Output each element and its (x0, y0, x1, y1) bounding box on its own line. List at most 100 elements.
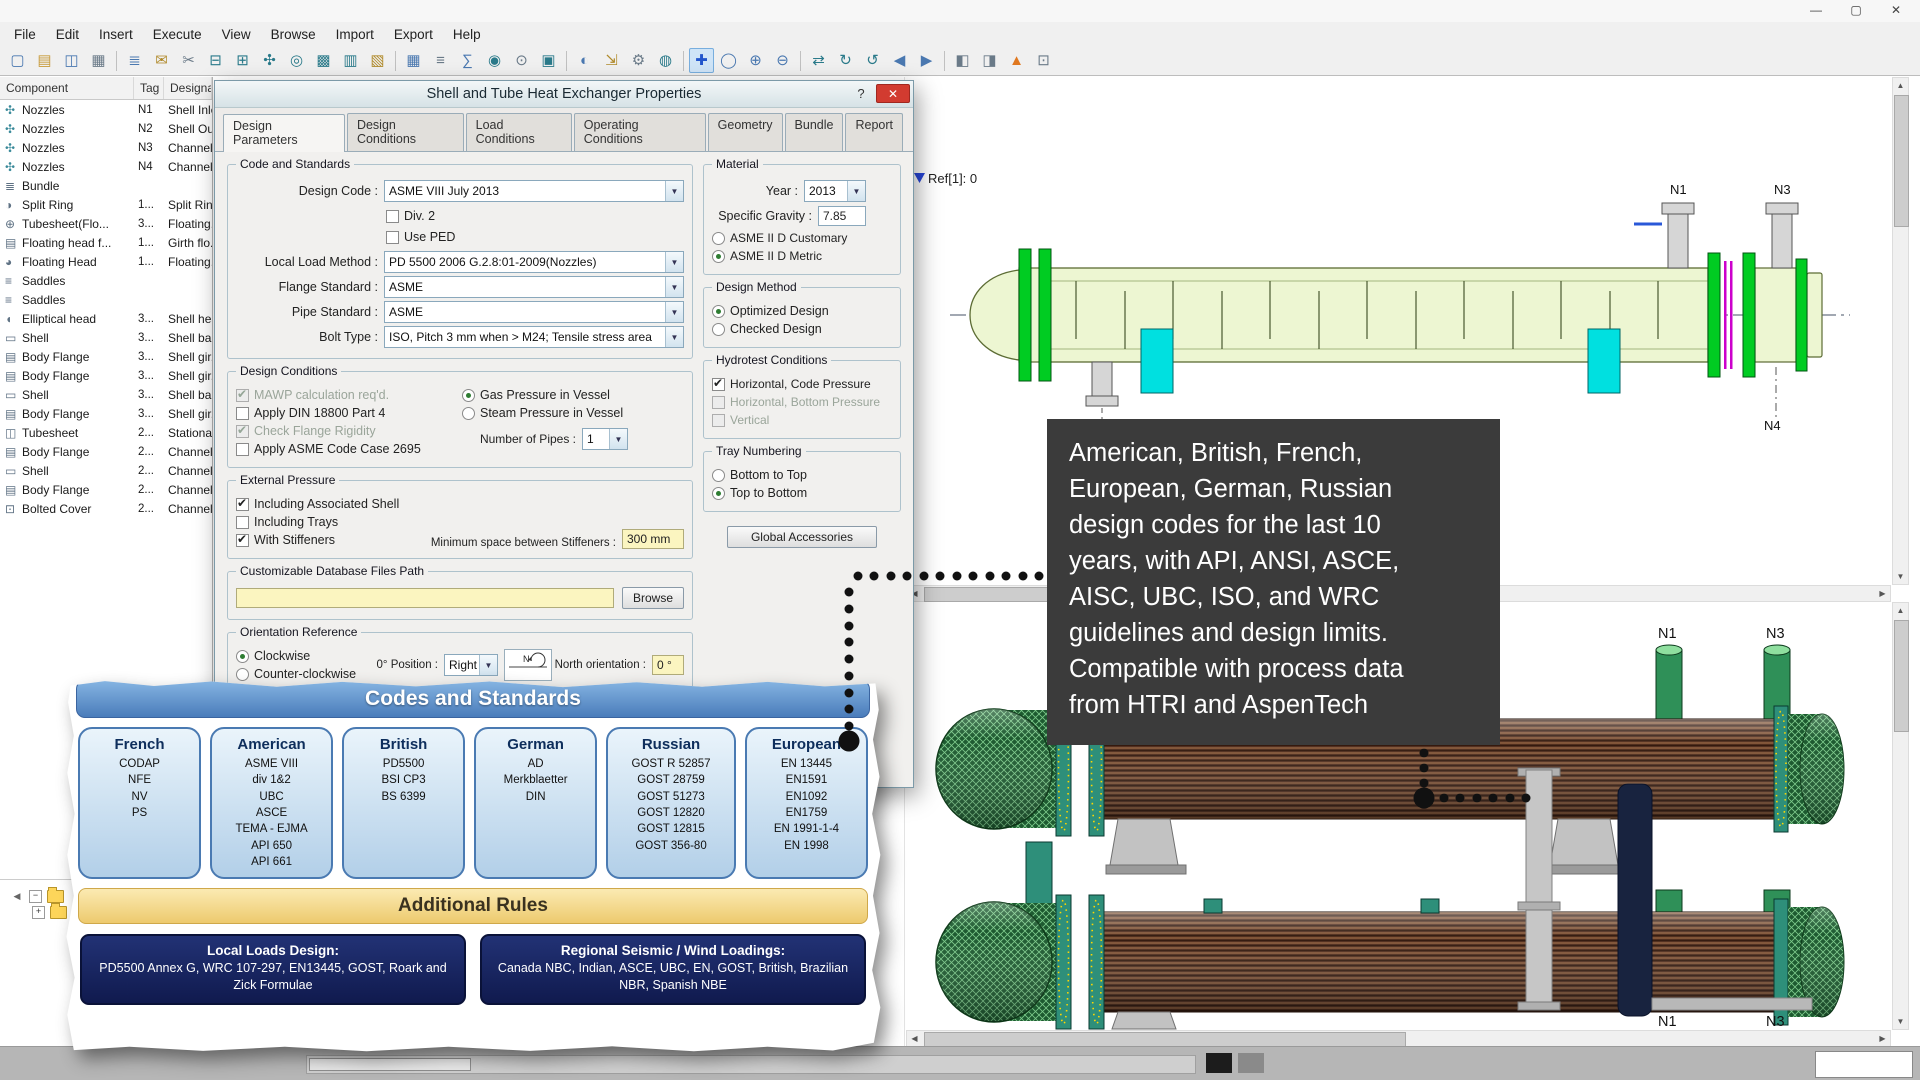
tree-row[interactable]: ▤ Body Flange 3... Shell gir... (0, 404, 212, 423)
optimized-design-radio[interactable]: Optimized Design (712, 304, 892, 318)
scroll-right-icon[interactable]: ▶ (1875, 1031, 1890, 1046)
menu-item[interactable]: Edit (46, 24, 89, 45)
tree-row[interactable]: ⊕ Tubesheet(Flo... 3... Floating... (0, 214, 212, 233)
tree-row[interactable]: ◑ Split Ring 1... Split Rin... (0, 195, 212, 214)
tree-row[interactable]: ▤ Body Flange 2... Channel... (0, 480, 212, 499)
tree-row[interactable]: ⊡ Bolted Cover 2... Channel... (0, 499, 212, 518)
next-view-icon[interactable]: ▶ (914, 48, 939, 73)
close-button[interactable]: ✕ (1876, 0, 1916, 20)
bolt-tool-icon[interactable]: ⊙ (509, 48, 534, 73)
mawp-checkbox[interactable]: MAWP calculation req'd. (236, 388, 458, 402)
help-docs-icon[interactable]: ◐ (572, 48, 597, 73)
refresh-icon[interactable]: ↺ (860, 48, 885, 73)
tree-row[interactable]: ✣ Nozzles N3 Channel... (0, 138, 212, 157)
save-icon[interactable]: ◫ (59, 48, 84, 73)
flange-rigidity-checkbox[interactable]: Check Flange Rigidity (236, 424, 458, 438)
materials-db-icon[interactable]: ▣ (536, 48, 561, 73)
checked-design-radio[interactable]: Checked Design (712, 322, 892, 336)
year-select[interactable]: 2013▼ (804, 180, 866, 202)
tab-bundle[interactable]: Bundle (785, 113, 844, 151)
scroll-up-icon[interactable]: ▲ (1893, 603, 1908, 618)
collapse-panel-icon[interactable]: ◀ (10, 889, 24, 903)
menu-item[interactable]: Import (326, 24, 384, 45)
tree-row[interactable]: ▭ Shell 3... Shell bar... (0, 328, 212, 347)
tree-row[interactable]: ◖ Elliptical head 3... Shell hea... (0, 309, 212, 328)
open-folder-icon[interactable]: ▤ (32, 48, 57, 73)
tab-load-conditions[interactable]: Load Conditions (466, 113, 572, 151)
bolt-type-select[interactable]: ISO, Pitch 3 mm when > M24; Tensile stre… (384, 326, 684, 348)
flange-tool-icon[interactable]: ◎ (284, 48, 309, 73)
pipe-standard-select[interactable]: ASME▼ (384, 301, 684, 323)
tab-design-parameters[interactable]: Design Parameters (223, 114, 345, 152)
folder-icon[interactable] (47, 890, 64, 903)
baffle-tool-icon[interactable]: ▥ (338, 48, 363, 73)
menu-item[interactable]: File (4, 24, 46, 45)
tree-row[interactable]: ▤ Floating head f... 1... Girth flo... (0, 233, 212, 252)
top-to-bottom-radio[interactable]: Top to Bottom (712, 486, 892, 500)
maximize-button[interactable]: ▢ (1836, 0, 1876, 20)
minimize-button[interactable]: — (1796, 0, 1836, 20)
with-stiffeners-checkbox[interactable]: With Stiffeners (236, 533, 422, 547)
column-header-component[interactable]: Component (0, 77, 134, 99)
din-18800-checkbox[interactable]: Apply DIN 18800 Part 4 (236, 406, 458, 420)
tree-row[interactable]: ✣ Nozzles N2 Shell Ou... (0, 119, 212, 138)
globe-icon[interactable]: ◍ (653, 48, 678, 73)
tab-report[interactable]: Report (845, 113, 903, 151)
tab-geometry[interactable]: Geometry (708, 113, 783, 151)
view-icon[interactable]: ◉ (482, 48, 507, 73)
layers-icon[interactable]: ◧ (950, 48, 975, 73)
tree-row[interactable]: ▭ Shell 2... Channel... (0, 461, 212, 480)
tree-row[interactable]: ≣ Bundle (0, 176, 212, 195)
settings-gear-icon[interactable]: ⚙ (626, 48, 651, 73)
scroll-thumb[interactable] (309, 1058, 471, 1071)
scroll-thumb[interactable] (1894, 95, 1909, 227)
number-of-pipes-select[interactable]: 1▼ (582, 428, 628, 450)
horizontal-scrollbar-3d[interactable]: ◀ ▶ (906, 1030, 1891, 1047)
scroll-down-icon[interactable]: ▼ (1893, 1014, 1908, 1029)
scroll-up-icon[interactable]: ▲ (1893, 78, 1908, 93)
menu-item[interactable]: Insert (89, 24, 143, 45)
tab-design-conditions[interactable]: Design Conditions (347, 113, 464, 151)
min-stiffener-space-input[interactable]: 300 mm (622, 529, 684, 549)
tree-row[interactable]: ▤ Body Flange 2... Channel... (0, 442, 212, 461)
design-code-select[interactable]: ASME VIII July 2013▼ (384, 180, 684, 202)
move-tool-icon[interactable]: ✚ (689, 48, 714, 73)
cut-section-icon[interactable]: ✂ (176, 48, 201, 73)
dialog-close-button[interactable]: ✕ (876, 84, 910, 103)
tree-collapse-icon[interactable]: − (29, 890, 42, 903)
gas-pressure-radio[interactable]: Gas Pressure in Vessel (462, 388, 684, 402)
status-scrollbar[interactable] (306, 1055, 1196, 1074)
menu-item[interactable]: View (212, 24, 261, 45)
including-associated-shell-checkbox[interactable]: Including Associated Shell (236, 497, 422, 511)
rss-feed-icon[interactable]: ▲ (1004, 48, 1029, 73)
dialog-help-button[interactable]: ? (849, 84, 873, 103)
zoom-window-icon[interactable]: ◯ (716, 48, 741, 73)
dimension-icon[interactable]: ⊟ (203, 48, 228, 73)
snapshot-icon[interactable]: ⊡ (1031, 48, 1056, 73)
scroll-thumb[interactable] (924, 1032, 1406, 1047)
table-view-icon[interactable]: ▦ (401, 48, 426, 73)
drawing-sheet-icon[interactable]: ▧ (365, 48, 390, 73)
tree-row[interactable]: ▤ Body Flange 3... Shell gir... (0, 347, 212, 366)
export-dxf-icon[interactable]: ⇲ (599, 48, 624, 73)
asme-iid-customary-radio[interactable]: ASME II D Customary (712, 231, 892, 245)
tree-row[interactable]: ◫ Tubesheet 2... Stationar... (0, 423, 212, 442)
tree-row[interactable]: ▭ Shell 3... Shell bar... (0, 385, 212, 404)
browse-button[interactable]: Browse (622, 587, 684, 609)
previous-view-icon[interactable]: ◀ (887, 48, 912, 73)
component-list-icon[interactable]: ≣ (122, 48, 147, 73)
asme-case-2695-checkbox[interactable]: Apply ASME Code Case 2695 (236, 442, 458, 456)
scroll-down-icon[interactable]: ▼ (1893, 569, 1908, 584)
tree-row[interactable]: ◕ Floating Head 1... Floating... (0, 252, 212, 271)
column-header-designation[interactable]: Designat (164, 77, 212, 99)
scroll-left-icon[interactable]: ◀ (907, 1031, 922, 1046)
scroll-right-icon[interactable]: ▶ (1875, 586, 1890, 601)
tree-row[interactable]: ▤ Body Flange 3... Shell gir... (0, 366, 212, 385)
use-ped-checkbox[interactable]: Use PED (386, 230, 455, 244)
global-accessories-button[interactable]: Global Accessories (727, 526, 877, 548)
split-view-icon[interactable]: ◨ (977, 48, 1002, 73)
menu-item[interactable]: Execute (143, 24, 212, 45)
mail-icon[interactable]: ✉ (149, 48, 174, 73)
column-header-tag[interactable]: Tag (134, 77, 164, 99)
tree-row[interactable]: ≡ Saddles (0, 271, 212, 290)
